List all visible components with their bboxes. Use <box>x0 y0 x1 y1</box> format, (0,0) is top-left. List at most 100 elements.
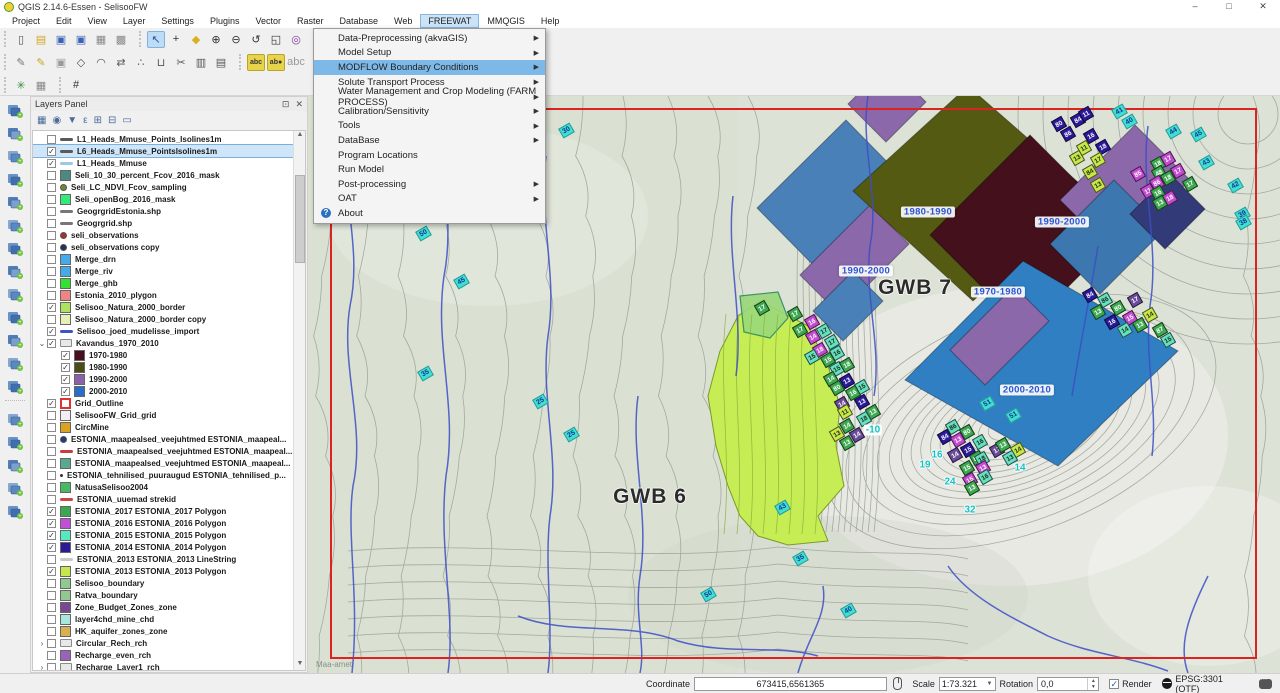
layer-item[interactable]: layer4chd_mine_chd <box>33 613 293 625</box>
label-pin-icon[interactable]: ab● <box>267 54 285 71</box>
layer-checkbox[interactable]: ✓ <box>61 387 70 396</box>
layer-checkbox[interactable] <box>47 243 56 252</box>
layer-checkbox[interactable]: ✓ <box>47 543 56 552</box>
layer-item[interactable]: ✓1990-2000 <box>33 373 293 385</box>
spin-down-icon[interactable]: ▼ <box>1088 684 1098 690</box>
add-feature-icon[interactable]: ◇ <box>72 54 90 71</box>
layer-item[interactable]: ✓2000-2010 <box>33 385 293 397</box>
layer-checkbox[interactable] <box>47 483 56 492</box>
scroll-up-icon[interactable]: ▲ <box>294 131 306 141</box>
zoom-last-icon[interactable]: ↺ <box>247 31 265 48</box>
menu-web[interactable]: Web <box>386 14 420 28</box>
layer-checkbox[interactable] <box>47 255 56 264</box>
layers-scrollbar[interactable]: ▲ ▼ <box>293 131 305 670</box>
layer-item[interactable]: HK_aquifer_zones_zone <box>33 625 293 637</box>
layer-checkbox[interactable] <box>47 627 56 636</box>
layer-checkbox[interactable] <box>47 207 56 216</box>
composer-manager-icon[interactable]: ▩ <box>112 31 130 48</box>
chevron-down-icon[interactable]: ▼ <box>987 681 993 687</box>
layer-item[interactable]: Recharge_even_rch <box>33 649 293 661</box>
layer-item[interactable]: Merge_ghb <box>33 277 293 289</box>
zoom-full-icon[interactable]: ◱ <box>267 31 285 48</box>
layer-checkbox[interactable] <box>47 615 56 624</box>
close-panel-icon[interactable]: ✕ <box>295 99 303 110</box>
layer-item[interactable]: ESTONIA_2013 ESTONIA_2013 LineString <box>33 553 293 565</box>
layer-checkbox[interactable]: ✓ <box>47 327 56 336</box>
touch-zoom-icon[interactable]: ↖ <box>147 31 165 48</box>
menu-raster[interactable]: Raster <box>289 14 332 28</box>
scale-combobox[interactable]: 1:73.321▼ <box>939 677 996 691</box>
zoom-to-layer-icon[interactable]: ◎ <box>287 31 305 48</box>
rotation-spinner[interactable]: 0,0 ▲▼ <box>1037 677 1099 691</box>
expander-icon[interactable]: ⌄ <box>37 339 47 348</box>
add-oracle-layer-icon[interactable]: + <box>4 214 26 236</box>
current-edits-icon[interactable]: ✎ <box>12 54 30 71</box>
mouse-position-icon[interactable] <box>893 677 903 690</box>
layer-item[interactable]: ›Circular_Rech_rch <box>33 637 293 649</box>
layer-item[interactable]: ✓L6_Heads_Mmuse_PointsIsolines1m <box>33 145 293 157</box>
save-project-as-icon[interactable]: ▣ <box>72 31 90 48</box>
crs-label[interactable]: EPSG:3301 (OTF) <box>1175 674 1247 693</box>
freewat-menu-item-post-processing[interactable]: Post-processing▶ <box>314 177 545 192</box>
paste-features-icon[interactable]: ▤ <box>212 54 230 71</box>
layer-checkbox[interactable]: ✓ <box>47 147 56 156</box>
layer-item[interactable]: ›Recharge_Layer1_rch <box>33 661 293 670</box>
layer-checkbox[interactable]: ✓ <box>47 159 56 168</box>
layer-item[interactable]: ✓Selisoo_Natura_2000_border <box>33 301 293 313</box>
filter-legend-icon[interactable]: ▼ <box>67 115 77 126</box>
messages-icon[interactable] <box>1259 679 1272 689</box>
layer-checkbox[interactable] <box>47 411 56 420</box>
move-feature-icon[interactable]: ⇄ <box>112 54 130 71</box>
layer-item[interactable]: NatusaSelisoo2004 <box>33 481 293 493</box>
plugin-tool-2-icon[interactable]: ▦ <box>32 77 50 94</box>
processing-tool-icon[interactable]: + <box>4 500 26 522</box>
layer-item[interactable]: ✓ESTONIA_2013 ESTONIA_2013 Polygon <box>33 565 293 577</box>
layer-checkbox[interactable]: ✓ <box>47 303 56 312</box>
graticule-icon[interactable]: # <box>67 77 85 94</box>
freewat-menu-item-database[interactable]: DataBase▶ <box>314 133 545 148</box>
menu-database[interactable]: Database <box>332 14 387 28</box>
menu-plugins[interactable]: Plugins <box>202 14 248 28</box>
layer-checkbox[interactable] <box>47 495 56 504</box>
scroll-down-icon[interactable]: ▼ <box>294 660 306 670</box>
layer-checkbox[interactable] <box>47 555 56 564</box>
layer-item[interactable]: seli_observations copy <box>33 241 293 253</box>
layer-item[interactable]: ESTONIA_maapealsed_veejuhtmed ESTONIA_ma… <box>33 445 293 457</box>
layer-item[interactable]: Merge_drn <box>33 253 293 265</box>
copy-features-icon[interactable]: ▥ <box>192 54 210 71</box>
layer-item[interactable]: SelisooFW_Grid_grid <box>33 409 293 421</box>
scroll-thumb[interactable] <box>295 175 305 263</box>
layer-item[interactable]: CircMine <box>33 421 293 433</box>
manage-visibility-icon[interactable]: ◉ <box>52 115 61 126</box>
layer-checkbox[interactable] <box>47 663 56 671</box>
cut-features-icon[interactable]: ✂ <box>172 54 190 71</box>
layer-item[interactable]: ✓ESTONIA_2017 ESTONIA_2017 Polygon <box>33 505 293 517</box>
delete-selected-icon[interactable]: ⊔ <box>152 54 170 71</box>
menu-layer[interactable]: Layer <box>115 14 154 28</box>
layer-item[interactable]: ✓1980-1990 <box>33 361 293 373</box>
pan-to-selection-icon[interactable]: ◆ <box>187 31 205 48</box>
menu-project[interactable]: Project <box>4 14 48 28</box>
add-virtual-layer-icon[interactable]: + <box>4 375 26 397</box>
layer-checkbox[interactable]: ✓ <box>61 363 70 372</box>
layer-item[interactable]: Seli_10_30_percent_Fcov_2016_mask <box>33 169 293 181</box>
freewat-menu-item-program-locations[interactable]: Program Locations <box>314 148 545 163</box>
layer-checkbox[interactable] <box>47 195 56 204</box>
layer-checkbox[interactable] <box>47 279 56 288</box>
layer-checkbox[interactable] <box>47 651 56 660</box>
filter-expression-icon[interactable]: ε <box>83 115 87 126</box>
label-gray-icon[interactable]: abc <box>287 54 305 71</box>
menu-freewat[interactable]: FREEWAT <box>420 14 479 28</box>
layer-checkbox[interactable] <box>47 267 56 276</box>
add-delimited-text-layer-icon[interactable]: + <box>4 306 26 328</box>
osm-download-icon[interactable]: + <box>4 431 26 453</box>
layer-item[interactable]: ✓1970-1980 <box>33 349 293 361</box>
new-spatialite-layer-icon[interactable]: + <box>4 352 26 374</box>
layer-item[interactable]: seli_observations <box>33 229 293 241</box>
layer-item[interactable]: ✓ESTONIA_2015 ESTONIA_2015 Polygon <box>33 529 293 541</box>
label-abc-icon[interactable]: abc <box>247 54 265 71</box>
coordinate-input[interactable]: 673415,6561365 <box>694 677 887 691</box>
expander-icon[interactable]: › <box>37 639 47 648</box>
render-checkbox[interactable]: ✓ <box>1109 679 1119 689</box>
expand-all-icon[interactable]: ⊞ <box>94 115 102 126</box>
